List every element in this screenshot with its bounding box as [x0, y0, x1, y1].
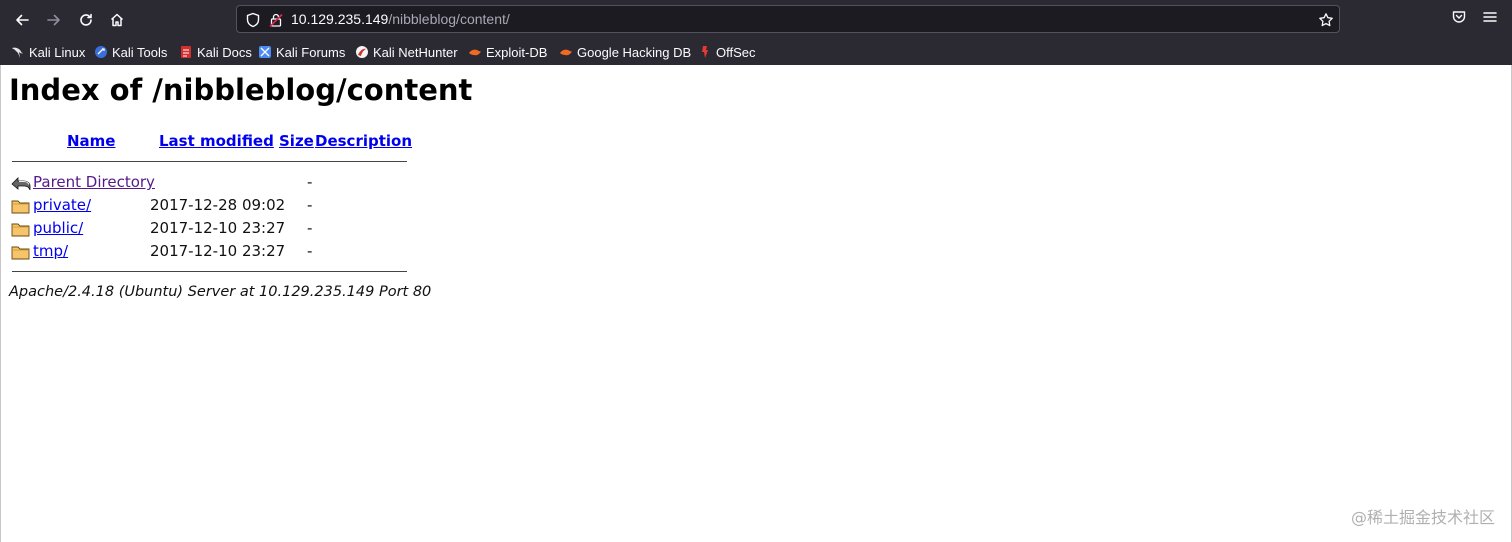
kali-forums-icon [258, 45, 272, 59]
home-button[interactable] [104, 7, 130, 33]
folder-icon [11, 220, 31, 238]
bookmark-google-hacking-db[interactable]: Google Hacking DB [559, 43, 691, 61]
url-text[interactable]: 10.129.235.149/nibbleblog/content/ [291, 11, 510, 27]
home-icon [110, 13, 124, 27]
bookmark-label: Exploit-DB [486, 44, 548, 60]
bookmark-kali-forums[interactable]: Kali Forums [258, 43, 345, 61]
bookmark-label: Google Hacking DB [577, 44, 692, 60]
row-size: - [307, 196, 313, 214]
exploit-db-icon [468, 45, 482, 59]
header-divider [12, 161, 407, 162]
back-arrow-icon [11, 174, 31, 192]
bookmark-kali-linux[interactable]: Kali Linux [11, 43, 85, 61]
nethunter-icon [355, 45, 369, 59]
bookmark-label: Kali Linux [29, 44, 86, 60]
bookmark-offsec[interactable]: OffSec [698, 43, 756, 61]
browser-toolbar: 10.129.235.149/nibbleblog/content/ [0, 0, 1512, 38]
page-title: Index of /nibbleblog/content [9, 73, 473, 107]
bookmark-label: Kali NetHunter [373, 44, 458, 60]
row-date: 2017-12-28 09:02 [150, 196, 286, 214]
bookmark-exploit-db[interactable]: Exploit-DB [468, 43, 547, 61]
offsec-icon [698, 45, 712, 59]
bookmark-label: Kali Forums [276, 44, 346, 60]
url-host: 10.129.235.149 [291, 11, 389, 27]
kali-tools-icon [94, 45, 108, 59]
bookmark-kali-docs[interactable]: Kali Docs [179, 43, 252, 61]
kali-dragon-icon [11, 45, 25, 59]
bookmark-label: Kali Tools [112, 44, 168, 60]
shield-icon[interactable] [245, 12, 261, 28]
folder-link-public[interactable]: public/ [33, 219, 83, 237]
browser-chrome: 10.129.235.149/nibbleblog/content/ Kali … [0, 0, 1512, 65]
folder-link-private[interactable]: private/ [33, 196, 91, 214]
bookmarks-toolbar: Kali Linux Kali Tools Kali Docs Kali For… [0, 38, 1512, 65]
footer-divider [12, 271, 407, 272]
pocket-icon[interactable] [1451, 9, 1469, 27]
bookmark-star-icon[interactable] [1318, 12, 1334, 28]
page-content: Index of /nibbleblog/content Name Last m… [0, 65, 1512, 542]
insecure-lock-icon[interactable] [268, 12, 284, 28]
folder-icon [11, 197, 31, 215]
column-last-modified-link[interactable]: Last modified [159, 132, 274, 150]
column-size-link[interactable]: Size [279, 132, 314, 150]
reload-icon [80, 13, 92, 26]
server-signature: Apache/2.4.18 (Ubuntu) Server at 10.129.… [9, 284, 432, 300]
row-date: 2017-12-10 23:27 [150, 219, 286, 237]
arrow-right-icon [47, 14, 60, 26]
row-size: - [307, 219, 313, 237]
url-bar[interactable]: 10.129.235.149/nibbleblog/content/ [236, 5, 1340, 33]
bookmark-kali-tools[interactable]: Kali Tools [94, 43, 167, 61]
url-path: /nibbleblog/content/ [388, 11, 510, 27]
reload-button[interactable] [73, 7, 99, 33]
row-size: - [307, 173, 313, 191]
parent-directory-link[interactable]: Parent Directory [33, 173, 155, 191]
back-button[interactable] [9, 7, 35, 33]
row-size: - [307, 242, 313, 260]
folder-icon [11, 243, 31, 261]
column-name-link[interactable]: Name [67, 132, 115, 150]
ghdb-icon [559, 45, 573, 59]
bookmark-label: OffSec [716, 44, 756, 60]
bookmark-kali-nethunter[interactable]: Kali NetHunter [355, 43, 458, 61]
folder-link-tmp[interactable]: tmp/ [33, 242, 68, 260]
watermark: @稀土掘金技术社区 [1350, 508, 1495, 527]
hamburger-menu-icon[interactable] [1482, 9, 1500, 27]
forward-button[interactable] [41, 7, 67, 33]
row-date: 2017-12-10 23:27 [150, 242, 286, 260]
kali-docs-icon [179, 45, 193, 59]
arrow-left-icon [16, 14, 29, 26]
bookmark-label: Kali Docs [197, 44, 252, 60]
column-description-link[interactable]: Description [315, 132, 412, 150]
